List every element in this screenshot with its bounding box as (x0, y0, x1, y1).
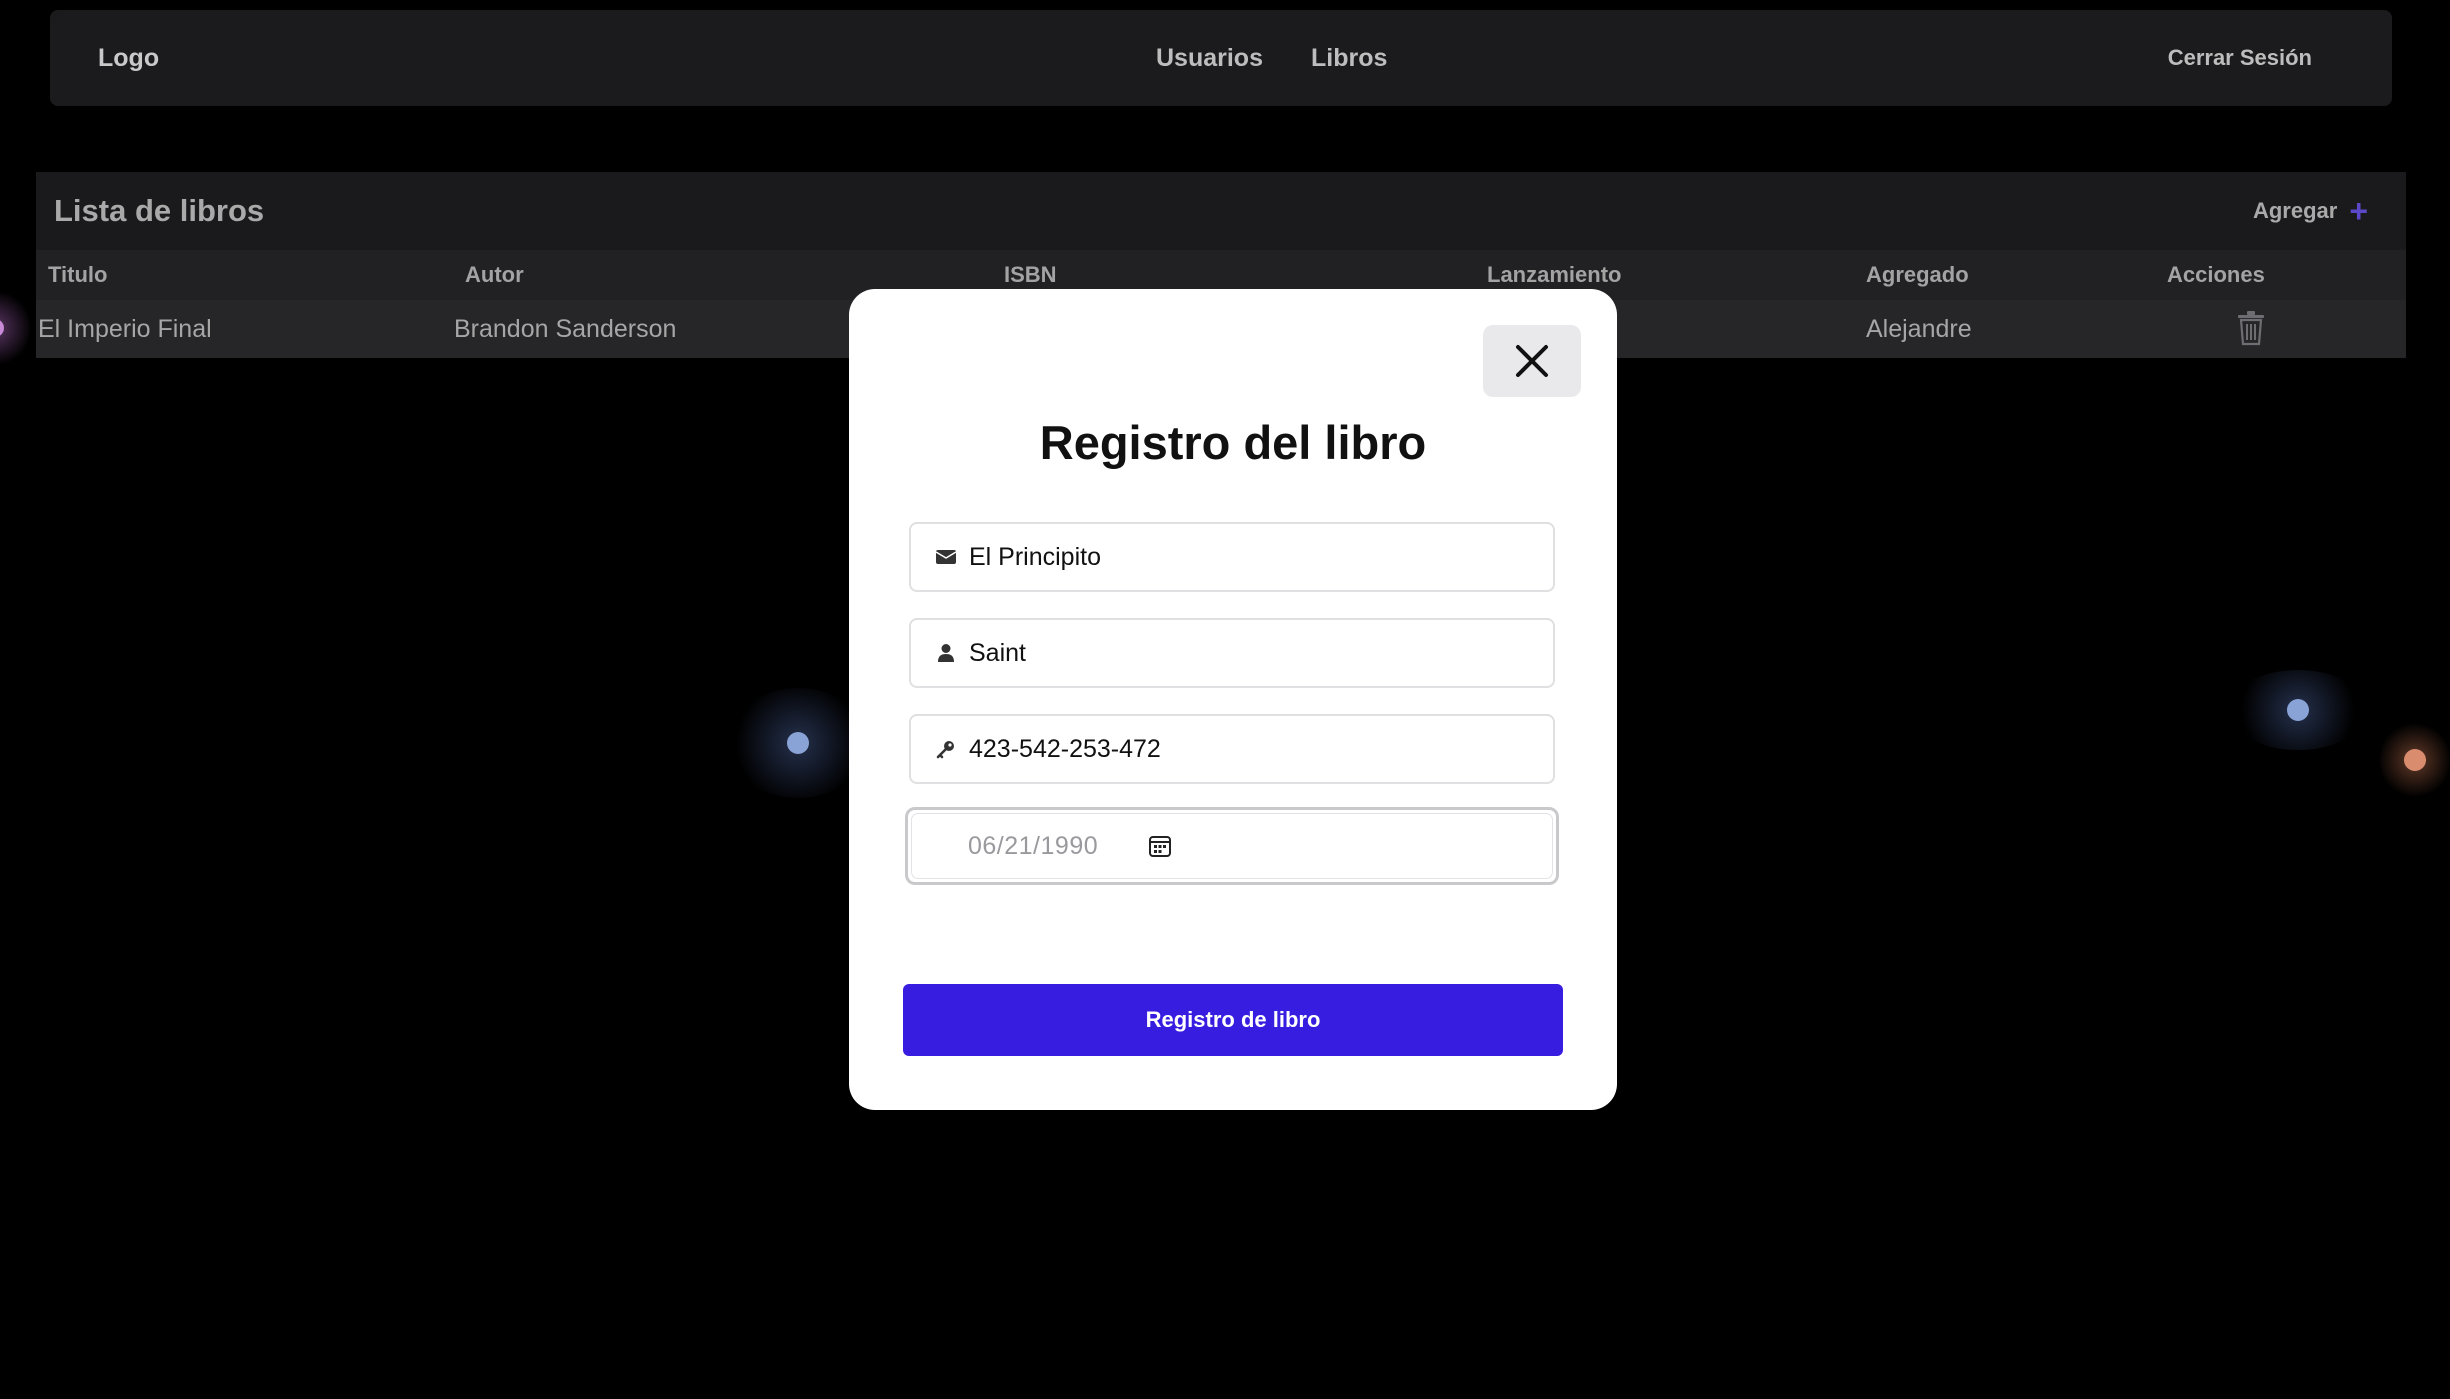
trash-icon[interactable] (2236, 310, 2266, 346)
logout-button[interactable]: Cerrar Sesión (2168, 10, 2312, 106)
user-icon (935, 642, 957, 664)
cell-agregado: Alejandre (1866, 315, 1972, 343)
close-icon (1516, 345, 1548, 377)
glow-dot-blue-right (2228, 670, 2368, 750)
release-date-field[interactable]: 06/21/1990 (905, 807, 1559, 885)
release-date-inner: 06/21/1990 (911, 813, 1553, 879)
column-header-acciones: Acciones (2167, 262, 2265, 287)
register-book-button[interactable]: Registro de libro (903, 984, 1563, 1056)
column-header-titulo: Titulo (48, 262, 108, 287)
book-registration-modal: Registro del libro El Principito Saint 4… (849, 289, 1617, 1110)
logo[interactable]: Logo (98, 10, 159, 106)
add-book-label: Agregar (2252, 198, 2338, 223)
title-field[interactable] (909, 522, 1555, 592)
close-button[interactable] (1483, 325, 1581, 397)
panel-header: Lista de libros Agregar + (36, 172, 2406, 250)
envelope-icon (935, 546, 957, 568)
column-header-agregado: Agregado (1866, 262, 1969, 287)
author-input[interactable] (969, 638, 1529, 668)
cell-autor: Brandon Sanderson (454, 315, 677, 343)
add-book-button[interactable]: Agregar + (2253, 172, 2368, 250)
author-field[interactable] (909, 618, 1555, 688)
panel-title: Lista de libros (54, 193, 265, 228)
title-input[interactable] (969, 542, 1529, 572)
nav-link-libros[interactable]: Libros (1311, 44, 1387, 73)
app-page: Logo Usuarios Libros Cerrar Sesión Lista… (0, 0, 2450, 1399)
modal-title: Registro del libro (1039, 416, 1427, 469)
nav-link-usuarios[interactable]: Usuarios (1156, 44, 1263, 73)
glow-dot-blue-left (728, 688, 868, 798)
glow-dot-orange (2380, 720, 2450, 800)
release-date-value[interactable]: 06/21/1990 (968, 832, 1098, 861)
key-icon (935, 738, 957, 760)
glow-dot-pink (0, 288, 30, 368)
calendar-icon[interactable] (1148, 834, 1172, 858)
column-header-autor: Autor (465, 262, 524, 287)
nav-links: Usuarios Libros (1156, 10, 1387, 106)
isbn-field[interactable] (909, 714, 1555, 784)
plus-icon: + (2349, 193, 2368, 229)
isbn-input[interactable] (969, 734, 1529, 764)
cell-titulo: El Imperio Final (38, 315, 212, 343)
top-navbar: Logo Usuarios Libros Cerrar Sesión (50, 10, 2392, 106)
